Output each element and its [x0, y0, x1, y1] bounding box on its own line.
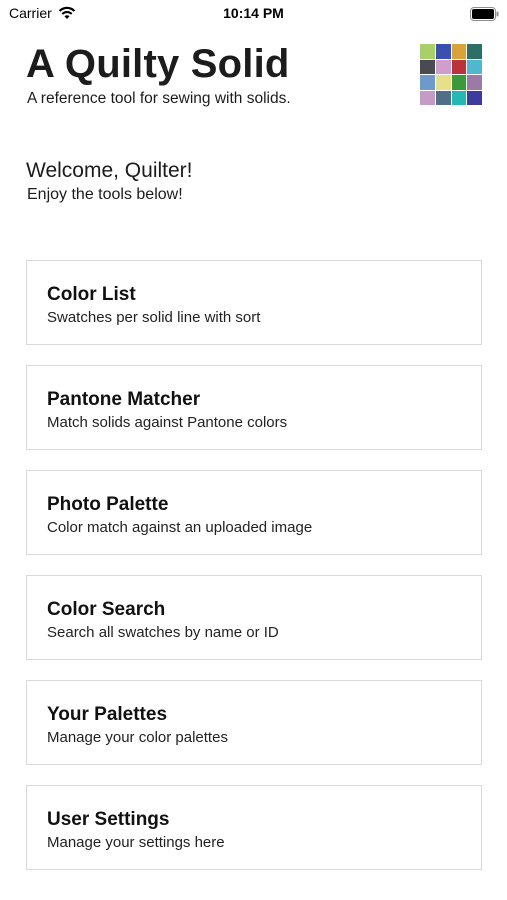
menu-card-description: Manage your color palettes [47, 729, 228, 746]
logo-swatch [467, 59, 482, 74]
app-logo [420, 44, 482, 105]
menu-card-description: Manage your settings here [47, 834, 225, 851]
logo-swatch [420, 59, 435, 74]
menu-card-title: User Settings [47, 809, 170, 830]
logo-swatch [451, 59, 467, 74]
logo-swatch [435, 90, 451, 105]
status-time: 10:14 PM [223, 5, 284, 21]
menu-card-description: Color match against an uploaded image [47, 519, 313, 536]
logo-swatch [467, 90, 482, 105]
logo-swatch [420, 90, 435, 105]
app-subtitle: A reference tool for sewing with solids. [27, 90, 291, 107]
logo-swatch [435, 44, 451, 59]
logo-swatch [435, 75, 451, 90]
menu-card-title: Photo Palette [47, 494, 169, 515]
your-palettes-button[interactable]: Your Palettes Manage your color palettes [26, 680, 482, 765]
menu-card-title: Your Palettes [47, 704, 168, 725]
status-bar: Carrier 10:14 PM [0, 0, 507, 28]
color-list-button[interactable]: Color List Swatches per solid line with … [26, 260, 482, 345]
menu-list: Color List Swatches per solid line with … [26, 260, 482, 890]
battery-icon [470, 7, 499, 21]
menu-card-title: Color List [47, 284, 136, 305]
welcome-title: Welcome, Quilter! [26, 159, 193, 182]
logo-swatch [420, 44, 435, 59]
photo-palette-button[interactable]: Photo Palette Color match against an upl… [26, 470, 482, 555]
menu-card-description: Swatches per solid line with sort [47, 309, 261, 326]
menu-card-description: Match solids against Pantone colors [47, 414, 288, 431]
menu-card-description: Search all swatches by name or ID [47, 624, 279, 641]
welcome-subtitle: Enjoy the tools below! [27, 186, 183, 203]
menu-card-title: Pantone Matcher [47, 389, 201, 410]
logo-swatch [451, 90, 467, 105]
logo-swatch [435, 59, 451, 74]
logo-swatch [467, 44, 482, 59]
color-search-button[interactable]: Color Search Search all swatches by name… [26, 575, 482, 660]
menu-card-title: Color Search [47, 599, 166, 620]
app-title: A Quilty Solid [26, 42, 290, 86]
logo-swatch [451, 44, 467, 59]
pantone-matcher-button[interactable]: Pantone Matcher Match solids against Pan… [26, 365, 482, 450]
logo-swatch [467, 75, 482, 90]
logo-swatch [451, 75, 467, 90]
user-settings-button[interactable]: User Settings Manage your settings here [26, 785, 482, 870]
logo-swatch [420, 75, 435, 90]
home-screen: Carrier 10:14 PM A Quilty Solid A refere… [0, 0, 507, 900]
